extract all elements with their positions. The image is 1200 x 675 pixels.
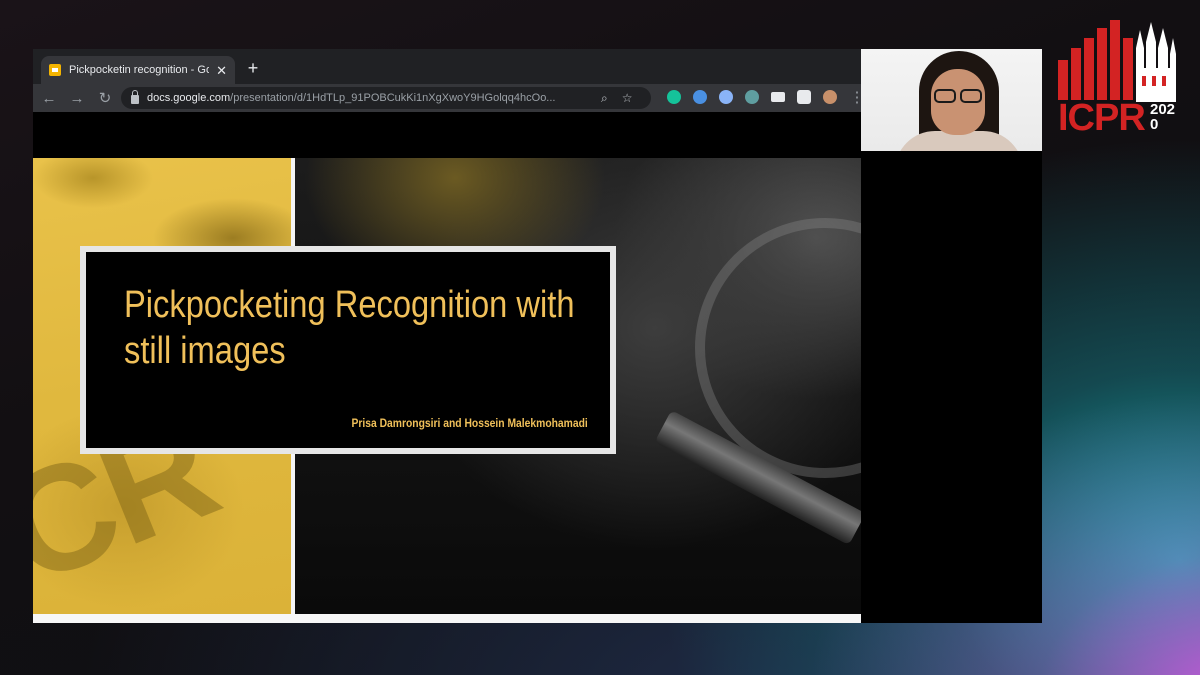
- address-bar[interactable]: docs.google.com/presentation/d/1HdTLp_91…: [121, 87, 651, 109]
- logo-year: 2020: [1150, 101, 1176, 133]
- new-tab-button[interactable]: +: [243, 56, 263, 80]
- icpr-logo: ICPR 2020: [1058, 18, 1180, 139]
- cathedral-icon: [1136, 22, 1176, 102]
- back-button[interactable]: ←: [37, 90, 61, 107]
- tab-title: Pickpocketin recognition - Goo: [69, 64, 209, 76]
- extension-screen-icon[interactable]: [771, 92, 785, 102]
- tab-presentation[interactable]: Pickpocketin recognition - Goo ✕: [41, 56, 235, 84]
- puzzle-icon[interactable]: [797, 90, 811, 104]
- logo-bars: [1058, 18, 1136, 100]
- presenter-video: [861, 49, 1042, 151]
- glasses-left: [934, 89, 956, 103]
- grammarly-icon[interactable]: [667, 90, 681, 104]
- lock-icon[interactable]: [131, 90, 139, 104]
- slide-title-line2: still images: [124, 330, 286, 372]
- extension-blue-icon[interactable]: [693, 90, 707, 104]
- video-black-panel: [861, 151, 1042, 623]
- extensions-row: ⋮: [655, 88, 869, 106]
- presentation-slide: CR Pickpocketing Recognition with still …: [33, 158, 861, 623]
- tab-strip: Pickpocketin recognition - Goo ✕ +: [33, 49, 861, 84]
- google-slides-icon: [49, 64, 61, 76]
- slide-title-line1: Pickpocketing Recognition with: [124, 284, 575, 326]
- bookmark-star-icon[interactable]: ☆: [622, 91, 633, 105]
- url-text[interactable]: docs.google.com/presentation/d/1HdTLp_91…: [147, 92, 587, 104]
- reload-button[interactable]: ↻: [93, 89, 117, 107]
- slide-bottom-strip: [33, 614, 861, 623]
- forward-button[interactable]: →: [65, 90, 89, 107]
- close-icon[interactable]: ✕: [216, 64, 227, 77]
- logo-text: ICPR: [1058, 97, 1146, 139]
- browser-toolbar: ← → ↻ docs.google.com/presentation/d/1Hd…: [33, 84, 865, 112]
- title-box: Pickpocketing Recognition with still ima…: [80, 246, 616, 454]
- slide-authors: Prisa Damrongsiri and Hossein Malekmoham…: [351, 416, 588, 430]
- extension-globe-icon[interactable]: [745, 90, 759, 104]
- zoom-icon[interactable]: ⌕: [601, 91, 608, 106]
- slide-title: Pickpocketing Recognition with still ima…: [124, 282, 575, 374]
- url-domain: docs.google.com: [147, 92, 231, 104]
- url-path: /presentation/d/1HdTLp_91POBCukKi1nXgXwo…: [230, 92, 556, 104]
- glasses-right: [960, 89, 982, 103]
- extension-people-icon[interactable]: [719, 90, 733, 104]
- browser-window: Pickpocketin recognition - Goo ✕ + ← → ↻…: [33, 49, 865, 623]
- profile-avatar-icon[interactable]: [823, 90, 837, 104]
